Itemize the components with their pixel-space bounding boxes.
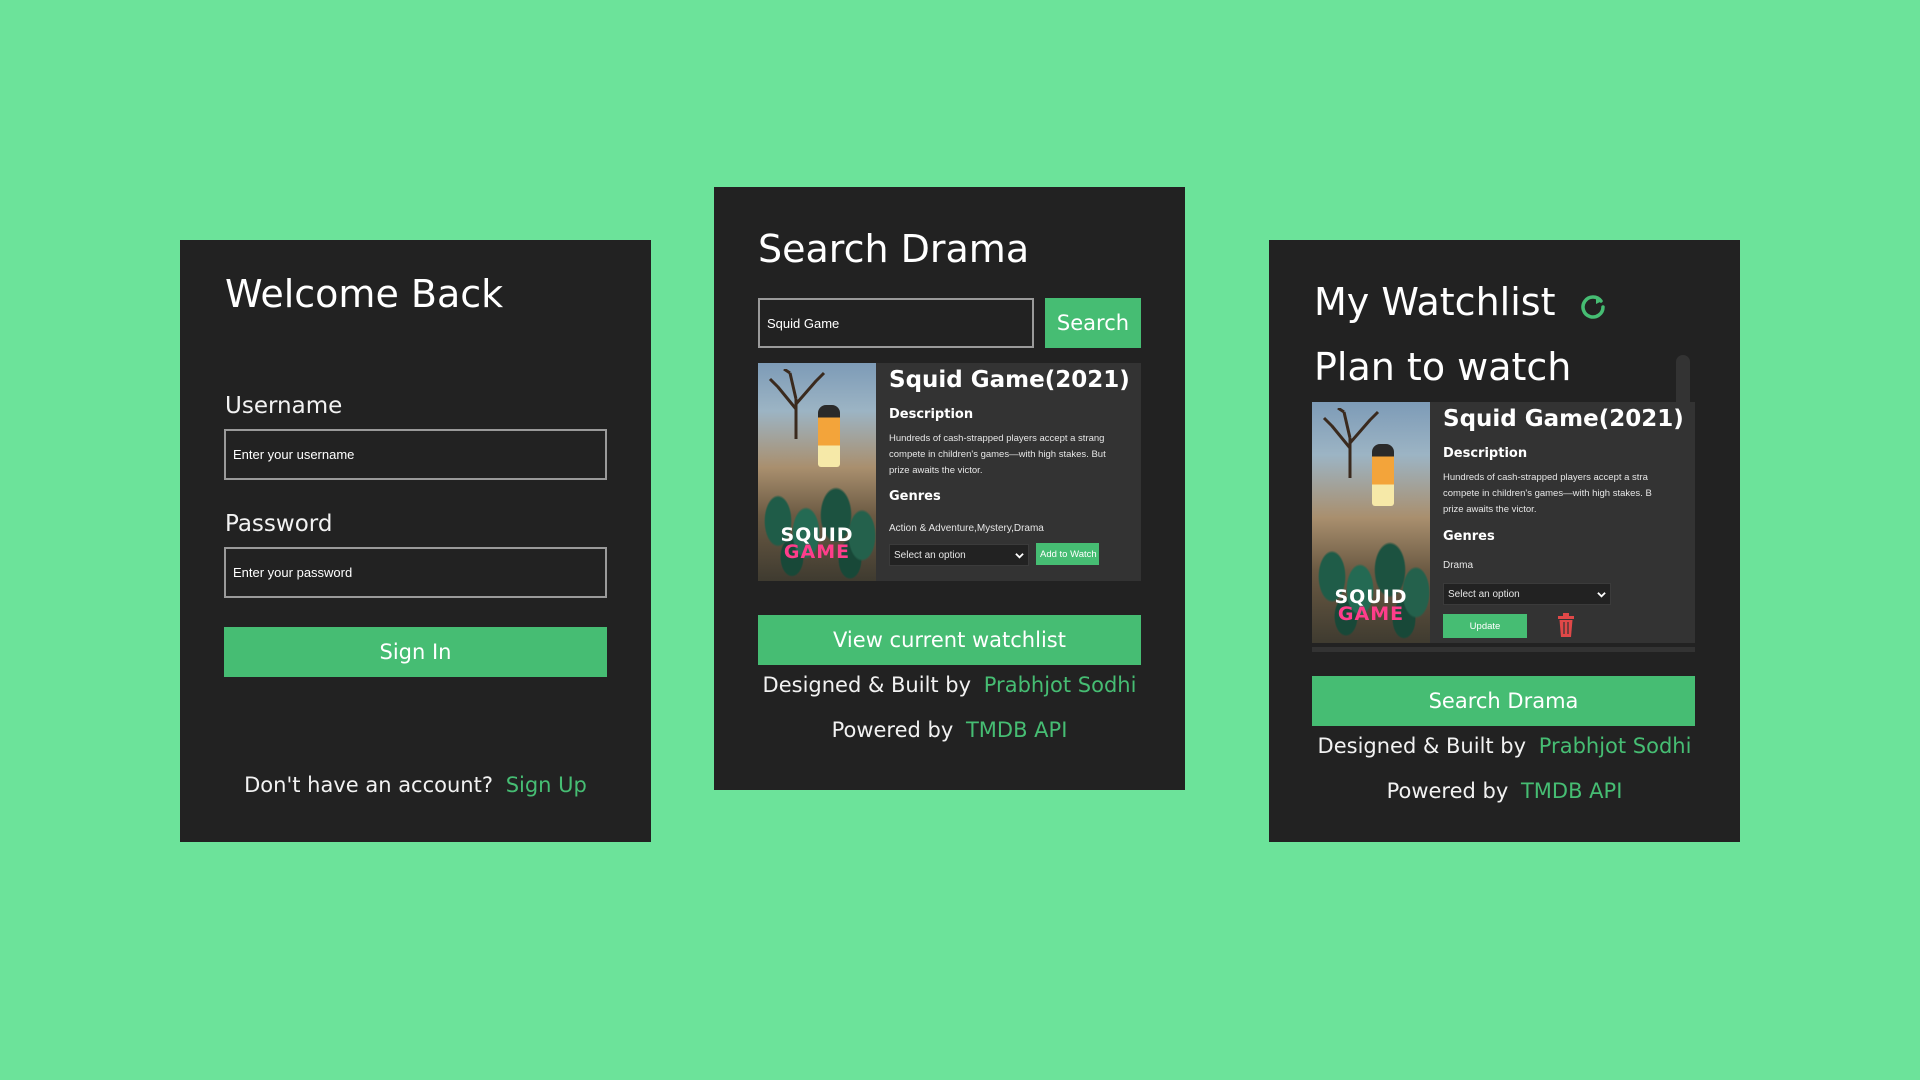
search-panel: Search Drama Search SQUID GAME Squid Gam… <box>714 187 1185 790</box>
poster-logo: SQUID GAME <box>780 524 854 563</box>
password-input[interactable] <box>224 547 607 598</box>
description-text: Hundreds of cash-strapped players accept… <box>1443 472 1652 515</box>
status-select[interactable]: Select an option <box>1443 583 1611 605</box>
description-label: Description <box>1443 446 1528 461</box>
poster-tree <box>768 369 826 439</box>
credit-name-link[interactable]: Prabhjot Sodhi <box>1539 734 1692 758</box>
watchlist-title: My Watchlist <box>1314 280 1556 324</box>
trash-icon[interactable] <box>1557 613 1575 637</box>
search-result-card: SQUID GAME Squid Game(2021) Description … <box>758 363 1141 581</box>
drama-title: Squid Game(2021) <box>1443 406 1684 432</box>
sign-in-button[interactable]: Sign In <box>224 627 607 677</box>
view-watchlist-button[interactable]: View current watchlist <box>758 615 1141 665</box>
powered-text: Powered by <box>831 718 954 742</box>
poster-crowd <box>758 461 876 581</box>
watchlist-item-card: SQUID GAME Squid Game(2021) Description … <box>1312 402 1695 643</box>
genres-label: Genres <box>1443 529 1495 544</box>
drama-title: Squid Game(2021) <box>889 367 1130 393</box>
genres-label: Genres <box>889 489 941 504</box>
genres-text: Drama <box>1443 560 1474 571</box>
poster-doll <box>1372 444 1394 506</box>
status-select[interactable]: Select an option <box>889 544 1029 566</box>
status-select-value: Select an option <box>1448 588 1520 600</box>
chevron-down-icon <box>1015 552 1024 559</box>
refresh-icon[interactable] <box>1579 292 1607 320</box>
description-text: Hundreds of cash-strapped players accept… <box>889 433 1106 476</box>
credit-text: Designed & Built by <box>762 673 972 697</box>
signup-prompt: Don't have an account? Sign Up <box>180 773 651 797</box>
username-label: Username <box>225 393 343 419</box>
genres-text: Action & Adventure,Mystery,Drama <box>889 523 1044 534</box>
login-panel: Welcome Back Username Password Sign In D… <box>180 240 651 842</box>
chevron-down-icon <box>1597 591 1606 598</box>
plan-to-watch-title: Plan to watch <box>1314 345 1572 389</box>
watchlist-panel: My Watchlist Plan to watch SQUID GAME Sq… <box>1269 240 1740 842</box>
drama-poster: SQUID GAME <box>758 363 876 581</box>
status-select-value: Select an option <box>894 549 966 561</box>
search-drama-button[interactable]: Search Drama <box>1312 676 1695 726</box>
sign-up-link[interactable]: Sign Up <box>506 773 587 797</box>
credit-text: Designed & Built by <box>1317 734 1527 758</box>
username-input[interactable] <box>224 429 607 480</box>
search-title: Search Drama <box>758 227 1030 271</box>
description-label: Description <box>889 407 974 422</box>
powered-line: Powered by TMDB API <box>714 718 1185 742</box>
credit-line: Designed & Built by Prabhjot Sodhi <box>1269 734 1740 758</box>
credit-line: Designed & Built by Prabhjot Sodhi <box>714 673 1185 697</box>
poster-tree <box>1322 408 1380 478</box>
poster-logo: SQUID GAME <box>1334 586 1408 625</box>
tmdb-api-link[interactable]: TMDB API <box>966 718 1067 742</box>
tmdb-api-link[interactable]: TMDB API <box>1521 779 1622 803</box>
credit-name-link[interactable]: Prabhjot Sodhi <box>984 673 1137 697</box>
drama-poster: SQUID GAME <box>1312 402 1430 643</box>
password-label: Password <box>225 511 333 537</box>
login-title: Welcome Back <box>225 272 504 316</box>
horizontal-scrollbar[interactable] <box>1312 647 1695 652</box>
add-to-watchlist-button[interactable]: Add to Watch <box>1036 543 1099 565</box>
powered-text: Powered by <box>1386 779 1509 803</box>
powered-line: Powered by TMDB API <box>1269 779 1740 803</box>
update-button[interactable]: Update <box>1443 614 1527 638</box>
search-button[interactable]: Search <box>1045 298 1141 348</box>
search-input[interactable] <box>758 298 1034 348</box>
poster-doll <box>818 405 840 467</box>
no-account-text: Don't have an account? <box>244 773 493 797</box>
